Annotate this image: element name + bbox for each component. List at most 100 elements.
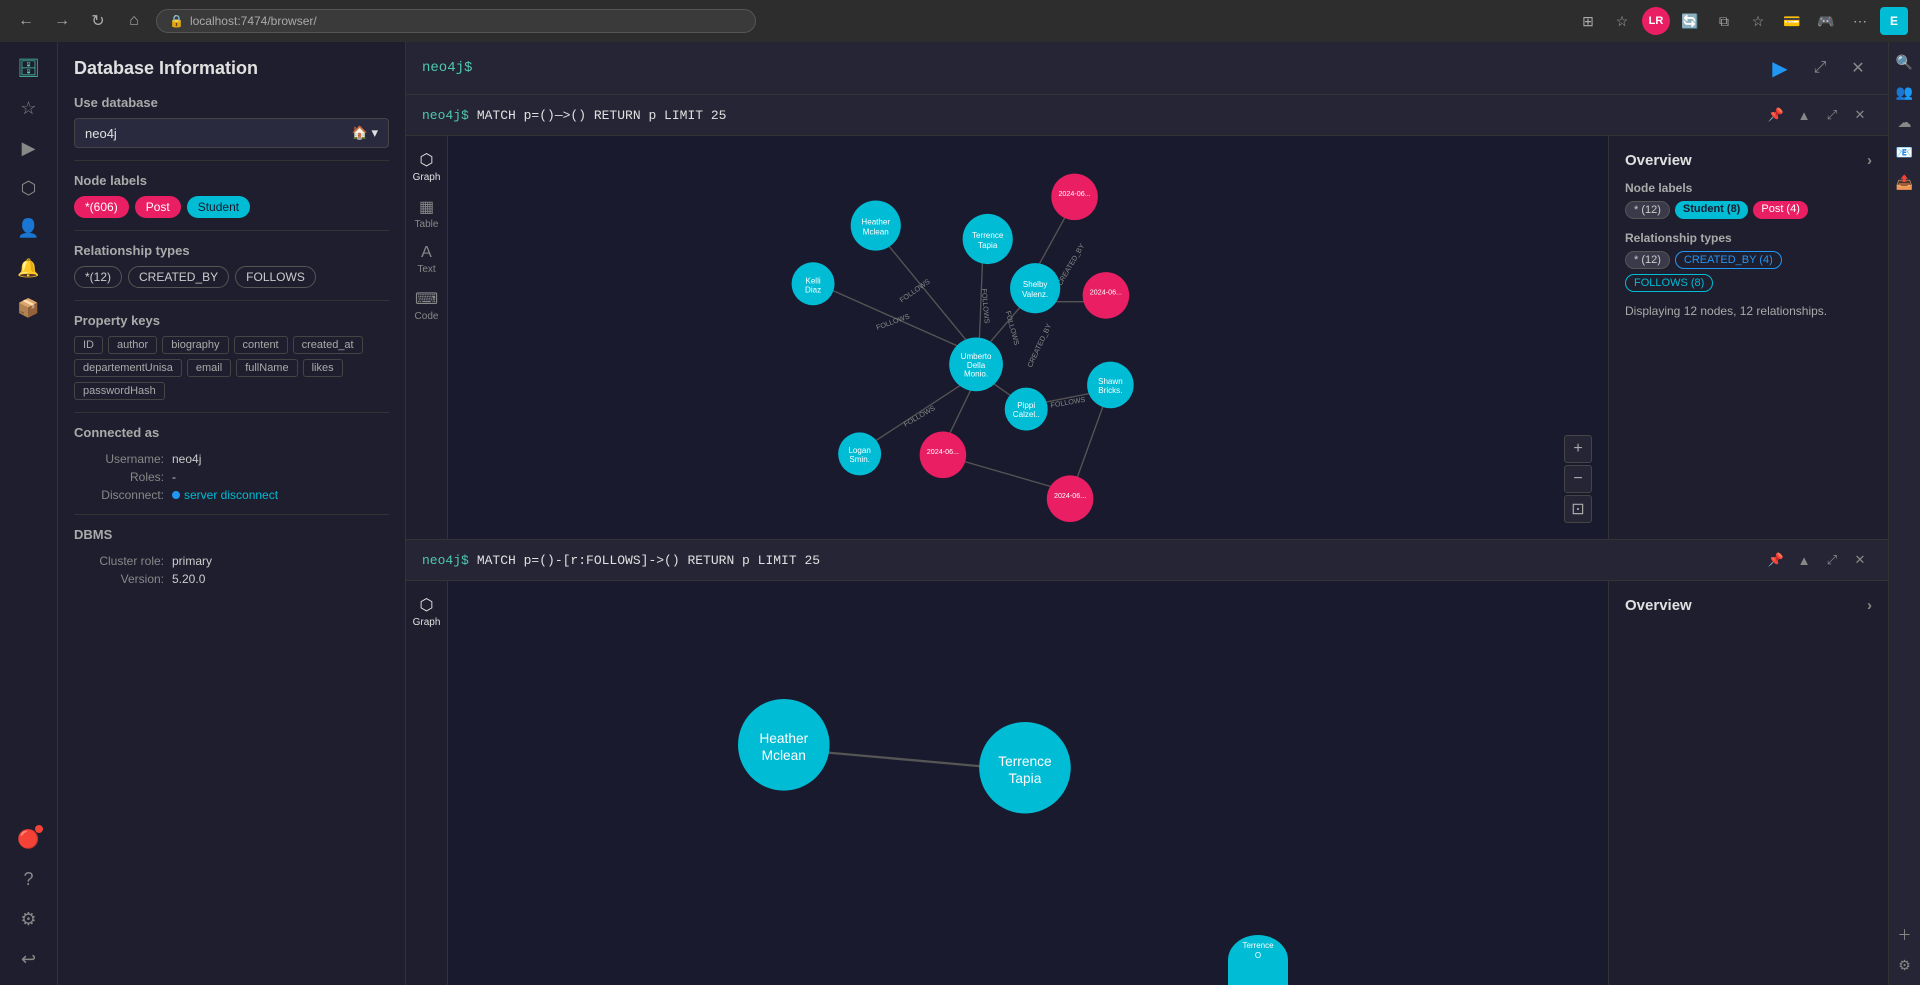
chevron-right-2[interactable]: › xyxy=(1867,597,1872,614)
back-button[interactable]: ← xyxy=(12,7,40,35)
games-btn[interactable]: 🎮 xyxy=(1812,7,1840,35)
sidebar-item-database[interactable]: 🗄 xyxy=(11,50,47,86)
forward-button[interactable]: → xyxy=(48,7,76,35)
profile-icon[interactable]: LR xyxy=(1642,7,1670,35)
fullscreen-button-2[interactable]: ⤢ xyxy=(1820,548,1844,572)
prop-content[interactable]: content xyxy=(234,336,288,354)
sidebar-item-favorites[interactable]: ☆ xyxy=(11,90,47,126)
sidebar-item-profile[interactable]: 👤 xyxy=(11,210,47,246)
node-heather-2-label1: Heather xyxy=(759,731,808,746)
zoom-in-1[interactable]: + xyxy=(1564,435,1592,463)
ov-badge-all-1[interactable]: * (12) xyxy=(1625,201,1670,219)
graph-svg-2: Heather Mclean Terrence Tapia xyxy=(448,581,1608,985)
edge-label-follows-5: FOLLOWS xyxy=(902,404,937,429)
collapse-button-2[interactable]: ▲ xyxy=(1792,548,1816,572)
roles-label: Roles: xyxy=(74,470,164,484)
sidebar-item-alerts[interactable]: 🔴 xyxy=(11,821,47,857)
view-code-1[interactable]: ⌨ Code xyxy=(409,283,445,328)
node-label-post[interactable]: Post xyxy=(135,196,181,218)
view-table-1[interactable]: ▦ Table xyxy=(409,191,445,236)
node-post1-label: 2024-06... xyxy=(1058,190,1090,198)
prop-author[interactable]: author xyxy=(108,336,157,354)
right-add-icon[interactable]: ＋ xyxy=(1893,923,1917,947)
disconnect-link[interactable]: server disconnect xyxy=(172,488,278,502)
close-result-2[interactable]: ✕ xyxy=(1848,548,1872,572)
ov-rel-created-by-1[interactable]: CREATED_BY (4) xyxy=(1675,251,1782,269)
prop-fullname[interactable]: fullName xyxy=(236,359,297,377)
chevron-right-1[interactable]: › xyxy=(1867,152,1872,169)
wallet-btn[interactable]: 💳 xyxy=(1778,7,1806,35)
rel-type-follows[interactable]: FOLLOWS xyxy=(235,266,316,288)
address-bar[interactable]: 🔒 localhost:7474/browser/ xyxy=(156,9,756,33)
sync-btn[interactable]: 🔄 xyxy=(1676,7,1704,35)
reader-mode-btn[interactable]: ⊞ xyxy=(1574,7,1602,35)
zoom-fit-1[interactable]: ⊡ xyxy=(1564,495,1592,523)
query-input[interactable] xyxy=(482,60,1754,76)
close-result-1[interactable]: ✕ xyxy=(1848,103,1872,127)
split-btn[interactable]: ⧉ xyxy=(1710,7,1738,35)
right-people-icon[interactable]: 👥 xyxy=(1893,80,1917,104)
sidebar-item-history[interactable]: ↩ xyxy=(11,941,47,977)
sidebar-item-extensions[interactable]: 📦 xyxy=(11,290,47,326)
reload-button[interactable]: ↻ xyxy=(84,7,112,35)
run-query-button[interactable]: ▶ xyxy=(1764,52,1796,84)
prop-departement[interactable]: departementUnisa xyxy=(74,359,182,377)
right-bottom-settings[interactable]: ⚙ xyxy=(1893,953,1917,977)
sidebar-item-help[interactable]: ? xyxy=(11,861,47,897)
view-text-1[interactable]: A Text xyxy=(409,238,445,281)
close-query-button[interactable]: ✕ xyxy=(1844,54,1872,82)
home-button[interactable]: ⌂ xyxy=(120,7,148,35)
sidebar-item-notifications[interactable]: 🔔 xyxy=(11,250,47,286)
right-cloud-icon[interactable]: ☁ xyxy=(1893,110,1917,134)
ov-rel-all-1[interactable]: * (12) xyxy=(1625,251,1670,269)
prop-id[interactable]: ID xyxy=(74,336,103,354)
sidebar-item-settings[interactable]: ⚙ xyxy=(11,901,47,937)
connected-section: Username: neo4j Roles: - Disconnect: ser… xyxy=(74,452,389,502)
result-header-2: neo4j$ MATCH p=()-[r:FOLLOWS]->() RETURN… xyxy=(406,540,1888,581)
node-terrence-partial[interactable]: TerrenceO xyxy=(1228,935,1288,985)
prop-biography[interactable]: biography xyxy=(162,336,228,354)
sidebar-item-guides[interactable]: ▶ xyxy=(11,130,47,166)
ov-rel-follows-1[interactable]: FOLLOWS (8) xyxy=(1625,274,1713,292)
disconnect-row: Disconnect: server disconnect xyxy=(74,488,389,502)
right-share-icon[interactable]: 📤 xyxy=(1893,170,1917,194)
node-label-all[interactable]: *(606) xyxy=(74,196,129,218)
ov-badge-post-1[interactable]: Post (4) xyxy=(1753,201,1808,219)
username-value: neo4j xyxy=(172,452,201,466)
disconnect-dot xyxy=(172,491,180,499)
pin-button-2[interactable]: 📌 xyxy=(1764,548,1788,572)
more-btn[interactable]: ⋯ xyxy=(1846,7,1874,35)
pin-button-1[interactable]: 📌 xyxy=(1764,103,1788,127)
right-outlook-icon[interactable]: 📧 xyxy=(1893,140,1917,164)
prop-password[interactable]: passwordHash xyxy=(74,382,165,400)
text-label-1: Text xyxy=(417,264,435,275)
node-umberto-label2: Della xyxy=(967,361,986,370)
collapse-button-1[interactable]: ▲ xyxy=(1792,103,1816,127)
view-graph-1[interactable]: ⬡ Graph xyxy=(409,144,445,189)
fullscreen-button-1[interactable]: ⤢ xyxy=(1820,103,1844,127)
overview-title-1: Overview › xyxy=(1625,152,1872,169)
right-search-icon[interactable]: 🔍 xyxy=(1893,50,1917,74)
extension-icon[interactable]: E xyxy=(1880,7,1908,35)
prop-email[interactable]: email xyxy=(187,359,231,377)
edge-label-follows-2: FOLLOWS xyxy=(980,288,991,324)
graph-area-2[interactable]: Heather Mclean Terrence Tapia TerrenceO xyxy=(448,581,1608,985)
view-graph-2[interactable]: ⬡ Graph xyxy=(409,589,445,634)
zoom-out-1[interactable]: − xyxy=(1564,465,1592,493)
database-selector[interactable]: neo4j 🏠 ▾ xyxy=(74,118,389,148)
node-label-student[interactable]: Student xyxy=(187,196,250,218)
fav-btn[interactable]: ☆ xyxy=(1744,7,1772,35)
prop-created-at[interactable]: created_at xyxy=(293,336,363,354)
bookmark-btn[interactable]: ☆ xyxy=(1608,7,1636,35)
ov-badge-student-1[interactable]: Student (8) xyxy=(1675,201,1748,219)
prop-likes[interactable]: likes xyxy=(303,359,343,377)
expand-button[interactable]: ⤢ xyxy=(1806,54,1834,82)
node-shelby-label2: Valenz. xyxy=(1022,290,1048,299)
node-shawn-label2: Bricks. xyxy=(1098,386,1122,395)
result-header-actions-1: 📌 ▲ ⤢ ✕ xyxy=(1764,103,1872,127)
graph-area-1[interactable]: FOLLOWS FOLLOWS FOLLOWS FOLLOWS FOLLOWS … xyxy=(448,136,1608,539)
rel-type-created-by[interactable]: CREATED_BY xyxy=(128,266,229,288)
sidebar-item-plugins[interactable]: ⬡ xyxy=(11,170,47,206)
rel-type-all[interactable]: *(12) xyxy=(74,266,122,288)
node-terrence-2-label2: Tapia xyxy=(1009,771,1042,786)
